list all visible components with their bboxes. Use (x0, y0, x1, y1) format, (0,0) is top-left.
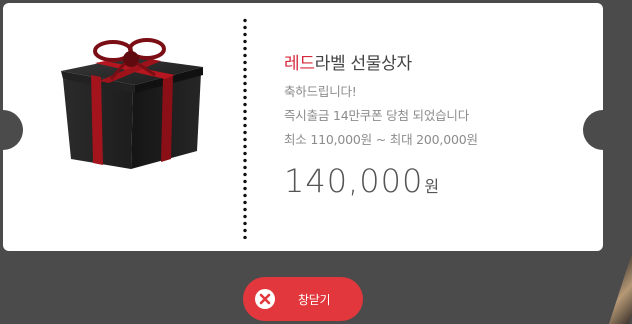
ticket-notch-right (583, 110, 603, 150)
close-window-button[interactable]: 창닫기 (243, 277, 363, 321)
prize-amount-value: 140,000 (284, 162, 424, 200)
gift-box-image (51, 29, 211, 179)
prize-amount: 140,000원 (284, 162, 584, 200)
prize-ticket: 레드라벨 선물상자 축하드립니다! 즉시출금 14만쿠폰 당첨 되었습니다 최소… (3, 3, 603, 251)
close-window-label: 창닫기 (298, 292, 331, 307)
prize-title-rest: 라벨 선물상자 (314, 54, 412, 74)
close-icon (255, 289, 275, 309)
prize-description: 즉시출금 14만쿠폰 당첨 되었습니다 (284, 108, 470, 123)
prize-amount-unit: 원 (424, 177, 440, 196)
prize-title-accent: 레드 (284, 54, 315, 74)
prize-title: 레드라벨 선물상자 (284, 52, 584, 76)
ticket-perforation (243, 17, 247, 239)
prize-range: 최소 110,000원 ~ 최대 200,000원 (284, 132, 478, 147)
ticket-notch-left (3, 110, 23, 150)
congrats-text: 축하드립니다! (284, 84, 357, 99)
background-decoration (608, 255, 632, 324)
prize-info: 레드라벨 선물상자 축하드립니다! 즉시출금 14만쿠폰 당첨 되었습니다 최소… (284, 52, 584, 200)
popup-backdrop: 레드라벨 선물상자 축하드립니다! 즉시출금 14만쿠폰 당첨 되었습니다 최소… (0, 0, 632, 324)
